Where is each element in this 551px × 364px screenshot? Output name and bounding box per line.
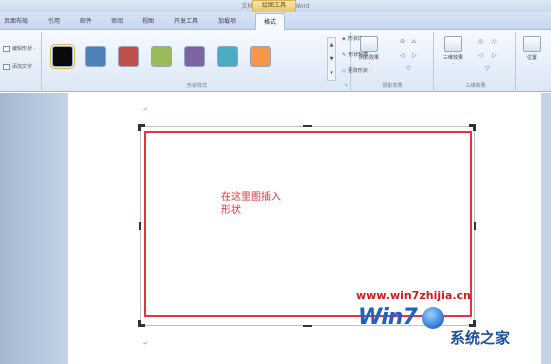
shape-style-swatch[interactable] (217, 46, 238, 67)
resize-handle-bottom-right[interactable] (473, 320, 476, 327)
position-icon (523, 36, 541, 52)
watermark-site-name: 系统之家 (450, 329, 511, 347)
chevron-down-icon: · (368, 61, 370, 67)
drawing-tools-context-label: 绘图工具 (252, 0, 296, 12)
edit-shape-icon (3, 45, 10, 52)
position-button[interactable]: 位置 · (520, 36, 544, 67)
nudge-shadow-left-icon[interactable]: ◁ (400, 52, 405, 59)
shadow-effects-group: 阴影效果 · ⊘ ⌂ ◁ ▷ ▽ 阴影效果 (352, 32, 434, 90)
add-text-button[interactable]: 添加文字 (3, 63, 32, 70)
shape-text[interactable]: 在这里图插入形状 (221, 191, 281, 217)
watermark-logo: Win7 (358, 305, 418, 330)
ribbon-tabs: 页面布局 引用 邮件 审阅 视图 开发工具 加载项 格式 (0, 12, 551, 31)
ribbon: 编辑形状 · 添加文字 ▲ ▼ ▾ ◈ 形状填充 · ✎ 形状轮廓 · ◇ 更改… (0, 30, 551, 92)
title-bar: 文档 1 - Microsoft Word 绘图工具 (0, 0, 551, 12)
tab-format[interactable]: 格式 (255, 13, 286, 31)
arrange-group: 位置 · (518, 32, 551, 90)
edit-shape-button[interactable]: 编辑形状 · (3, 45, 35, 52)
shape-styles-group: ▲ ▼ ▾ ◈ 形状填充 · ✎ 形状轮廓 · ◇ 更改形状 · 形状样式 ↘ (44, 32, 371, 90)
tab-page-layout[interactable]: 页面布局 (4, 16, 28, 25)
3d-effects-label: 三维效果 (465, 83, 486, 89)
document-margin-right (541, 93, 551, 364)
gallery-more-icon[interactable]: ▾ (330, 70, 333, 76)
tilt-left-icon[interactable]: ◁ (478, 52, 483, 59)
watermark-url: www.win7zhijia.cn (356, 289, 471, 302)
nudge-shadow-down-icon[interactable]: ▽ (406, 65, 411, 72)
3d-effects-button[interactable]: 三维效果 · (440, 36, 466, 67)
nudge-shadow-right-icon[interactable]: ▷ (412, 52, 417, 59)
resize-handle-right[interactable] (474, 222, 476, 230)
resize-handle-bottom[interactable] (303, 325, 312, 327)
tab-view[interactable]: 视图 (142, 16, 154, 25)
tab-developer[interactable]: 开发工具 (174, 16, 198, 25)
resize-handle-top-left[interactable] (138, 124, 141, 131)
chevron-up-icon[interactable]: ▲ (330, 42, 334, 48)
paragraph-mark-icon: ↵ (143, 340, 149, 347)
shape-style-swatch[interactable] (151, 46, 172, 67)
document-margin-left (0, 93, 68, 364)
paint-bucket-icon: ◈ (342, 35, 346, 42)
shadow-icon (360, 36, 378, 52)
watermark-globe-icon (422, 307, 444, 329)
tilt-down-icon[interactable]: ▽ (485, 65, 490, 72)
chevron-down-icon: · (452, 61, 454, 67)
shadow-effects-label: 阴影效果 (382, 83, 403, 89)
chevron-down-icon: · (531, 61, 533, 67)
tilt-up-icon[interactable]: ◇ (492, 38, 497, 45)
shape-style-swatch[interactable] (184, 46, 205, 67)
shape-style-swatch[interactable] (50, 44, 75, 69)
style-gallery-scroll[interactable]: ▲ ▼ ▾ (327, 37, 336, 81)
insert-shapes-group: 编辑形状 · 添加文字 (0, 32, 42, 90)
resize-handle-top[interactable] (303, 125, 312, 127)
shadow-effects-button[interactable]: 阴影效果 · (356, 36, 382, 67)
tab-references[interactable]: 引用 (48, 16, 60, 25)
resize-handle-top-right[interactable] (473, 124, 476, 131)
nudge-shadow-up-icon[interactable]: ⌂ (412, 38, 416, 45)
tab-add-ins[interactable]: 加载项 (218, 16, 236, 25)
resize-handle-bottom-left[interactable] (138, 320, 141, 327)
change-shape-icon: ◇ (342, 67, 346, 74)
tab-mailings[interactable]: 邮件 (80, 16, 92, 25)
shape-styles-label: 形状样式 (186, 83, 207, 89)
3d-effects-group: 三维效果 · ◎ ◇ ◁ ▷ ▽ 三维效果 (436, 32, 516, 90)
shadow-on-off-icon[interactable]: ⊘ (400, 38, 405, 45)
text-box-icon (3, 63, 10, 70)
chevron-down-icon[interactable]: ▼ (330, 56, 334, 62)
pen-outline-icon: ✎ (342, 51, 347, 58)
resize-handle-left[interactable] (139, 222, 141, 230)
3d-on-off-icon[interactable]: ◎ (478, 38, 483, 45)
shape-style-swatch[interactable] (118, 46, 139, 67)
shape-style-swatch[interactable] (250, 46, 271, 67)
dialog-launcher-icon[interactable]: ↘ (344, 82, 348, 88)
3d-cube-icon (444, 36, 462, 52)
tab-review[interactable]: 审阅 (111, 16, 123, 25)
tilt-right-icon[interactable]: ▷ (492, 52, 497, 59)
paragraph-mark-icon: ↵ (143, 106, 149, 113)
shape-style-swatch[interactable] (85, 46, 106, 67)
